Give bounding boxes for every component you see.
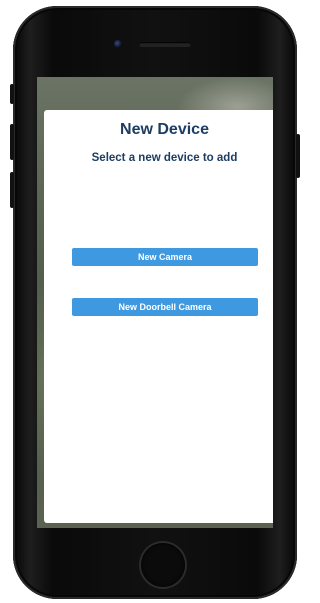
- earpiece-speaker: [139, 42, 191, 47]
- volume-down-button: [10, 172, 14, 208]
- phone-frame: New Device Select a new device to add Ne…: [10, 6, 300, 599]
- home-button[interactable]: [141, 543, 185, 587]
- new-doorbell-camera-button[interactable]: New Doorbell Camera: [72, 298, 258, 316]
- dialog-title: New Device: [120, 121, 209, 138]
- front-camera: [114, 40, 122, 48]
- new-camera-button[interactable]: New Camera: [72, 248, 258, 266]
- power-button: [296, 134, 300, 178]
- new-device-dialog: New Device Select a new device to add Ne…: [44, 110, 273, 523]
- mute-switch: [10, 84, 14, 104]
- volume-up-button: [10, 124, 14, 160]
- dialog-subtitle: Select a new device to add: [91, 152, 238, 164]
- screen: New Device Select a new device to add Ne…: [37, 77, 273, 528]
